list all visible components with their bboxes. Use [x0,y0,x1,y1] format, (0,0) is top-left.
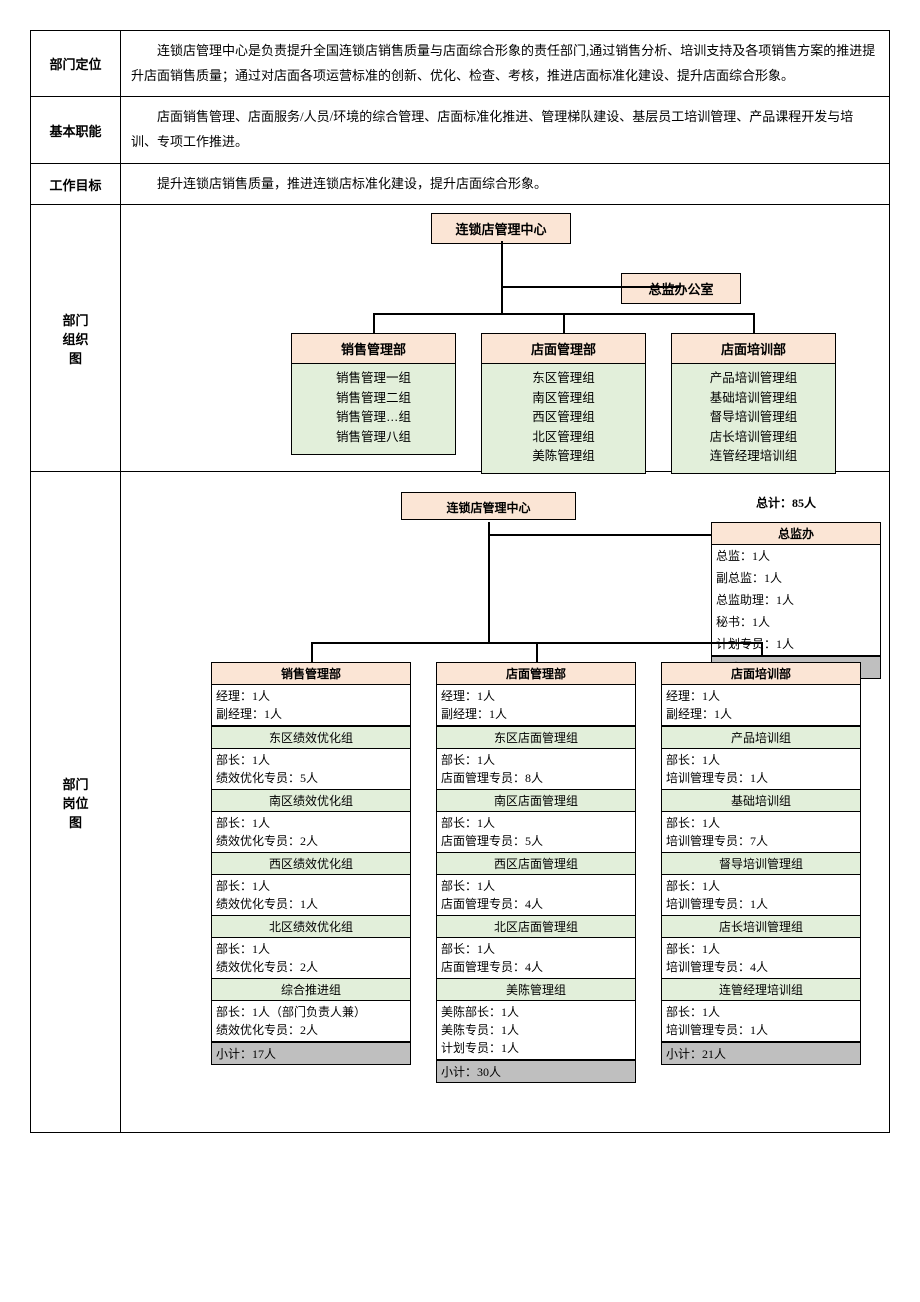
org-dept-training: 店面培训部 产品培训管理组 基础培训管理组 督导培训管理组 店长培训管理组 连管… [671,333,836,474]
row-label-goal: 工作目标 [31,163,121,205]
row-label-function: 基本职能 [31,97,121,163]
position-chart: 连锁店管理中心 总计：85人 总监办 总监：1人 副总监：1人 总监助理：1人 … [126,482,884,1122]
org-dept-training-subs: 产品培训管理组 基础培训管理组 督导培训管理组 店长培训管理组 连管经理培训组 [671,363,836,474]
org-root: 连锁店管理中心 [431,213,571,244]
row-text-goal: 提升连锁店销售质量，推进连锁店标准化建设，提升店面综合形象。 [121,163,890,205]
org-chart-cell: 连锁店管理中心 总监办公室 销售管理部 销售管理一组 销售管理二组 销售管理…组 [121,205,890,472]
document-table: 部门定位 连锁店管理中心是负责提升全国连锁店销售质量与店面综合形象的责任部门,通… [30,30,890,1133]
org-chart: 连锁店管理中心 总监办公室 销售管理部 销售管理一组 销售管理二组 销售管理…组 [131,213,879,463]
pos-dept-training: 店面培训部 经理：1人 副经理：1人 产品培训组 部长：1人培训管理专员：1人 … [661,662,861,1065]
row-text-function: 店面销售管理、店面服务/人员/环境的综合管理、店面标准化推进、管理梯队建设、基层… [121,97,890,163]
row-text-position: 连锁店管理中心是负责提升全国连锁店销售质量与店面综合形象的责任部门,通过销售分析… [121,31,890,97]
org-dept-store: 店面管理部 东区管理组 南区管理组 西区管理组 北区管理组 美陈管理组 [481,333,646,474]
pos-dept-store: 店面管理部 经理：1人 副经理：1人 东区店面管理组 部长：1人店面管理专员：8… [436,662,636,1083]
pos-office-box: 总监办 总监：1人 副总监：1人 总监助理：1人 秘书：1人 计划专员：1人 小… [711,522,881,679]
org-dept-sales-subs: 销售管理一组 销售管理二组 销售管理…组 销售管理八组 [291,363,456,455]
row-label-position: 部门定位 [31,31,121,97]
pos-dept-sales: 销售管理部 经理：1人 副经理：1人 东区绩效优化组 部长：1人绩效优化专员：5… [211,662,411,1065]
pos-root: 连锁店管理中心 [401,492,576,520]
row-label-position-chart: 部门 岗位 图 [31,472,121,1133]
org-office: 总监办公室 [621,273,741,304]
pos-total: 总计：85人 [711,494,861,511]
position-chart-cell: 连锁店管理中心 总计：85人 总监办 总监：1人 副总监：1人 总监助理：1人 … [121,472,890,1133]
org-dept-sales: 销售管理部 销售管理一组 销售管理二组 销售管理…组 销售管理八组 [291,333,456,455]
row-label-org-chart: 部门 组织 图 [31,205,121,472]
org-dept-store-subs: 东区管理组 南区管理组 西区管理组 北区管理组 美陈管理组 [481,363,646,474]
